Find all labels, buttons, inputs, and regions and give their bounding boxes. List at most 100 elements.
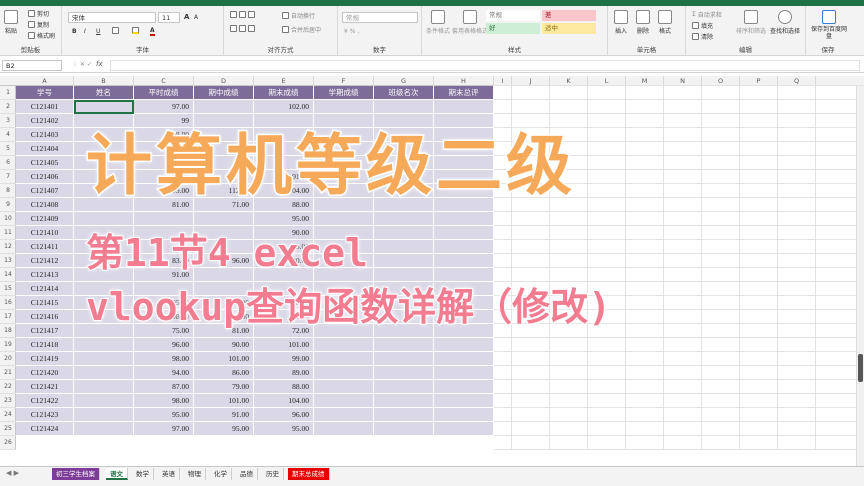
table-cell[interactable]: C121408 [16, 198, 74, 212]
table-cell[interactable]: 101.00 [254, 338, 314, 352]
grow-font-button[interactable]: A [184, 13, 189, 21]
row-header[interactable]: 5 [0, 142, 16, 156]
sheet-tab[interactable]: 历史 [262, 468, 284, 480]
sheet-tab[interactable]: 数学 [132, 468, 154, 480]
table-cell[interactable]: 101.00 [194, 394, 254, 408]
format-painter-button[interactable]: 格式刷 [28, 31, 55, 40]
bold-button[interactable]: B [72, 28, 77, 35]
table-cell[interactable]: 95.00 [134, 408, 194, 422]
save-cloud-button[interactable]: 保存到百度网盘 [810, 10, 848, 40]
table-cell[interactable]: 学期成绩 [314, 86, 374, 100]
column-header-g[interactable]: G [374, 76, 434, 86]
table-cell[interactable] [314, 352, 374, 366]
table-cell[interactable] [374, 254, 434, 268]
table-cell[interactable]: C121414 [16, 282, 74, 296]
table-cell[interactable]: C121402 [16, 114, 74, 128]
table-cell[interactable] [74, 366, 134, 380]
insert-function-button[interactable]: fx [96, 60, 103, 68]
table-cell[interactable]: 期末总评 [434, 86, 494, 100]
table-cell[interactable] [314, 394, 374, 408]
row-header[interactable]: 13 [0, 254, 16, 268]
table-cell[interactable] [74, 338, 134, 352]
shrink-font-button[interactable]: A [194, 14, 198, 21]
row-header[interactable]: 18 [0, 324, 16, 338]
table-cell[interactable]: 104.00 [254, 394, 314, 408]
table-cell[interactable]: 95.00 [254, 422, 314, 436]
table-cell[interactable] [74, 380, 134, 394]
row-header[interactable]: 2 [0, 100, 16, 114]
table-cell[interactable]: 95.00 [194, 422, 254, 436]
table-cell[interactable]: 98.00 [134, 352, 194, 366]
table-cell[interactable] [374, 212, 434, 226]
underline-button[interactable]: U [96, 28, 100, 35]
table-cell[interactable]: 学号 [16, 86, 74, 100]
table-cell[interactable] [434, 338, 494, 352]
table-cell[interactable]: 79.00 [194, 380, 254, 394]
table-cell[interactable]: 姓名 [74, 86, 134, 100]
format-button[interactable]: 格式 [658, 10, 672, 35]
style-bad[interactable]: 差 [542, 10, 596, 21]
table-cell[interactable] [314, 338, 374, 352]
vertical-scrollbar[interactable] [856, 86, 864, 466]
row-header[interactable]: 15 [0, 282, 16, 296]
table-cell[interactable] [74, 422, 134, 436]
row-header[interactable]: 1 [0, 86, 16, 100]
table-cell[interactable]: C121424 [16, 422, 74, 436]
row-header[interactable]: 23 [0, 394, 16, 408]
table-cell[interactable]: C121420 [16, 366, 74, 380]
table-cell[interactable]: 班级名次 [374, 86, 434, 100]
table-cell[interactable] [374, 240, 434, 254]
autosum-button[interactable]: Σ 自动求和 [692, 10, 722, 19]
merge-center-button[interactable]: 合并后居中 [282, 25, 321, 34]
table-cell[interactable]: 期中成绩 [194, 86, 254, 100]
table-cell[interactable]: C121411 [16, 240, 74, 254]
table-cell[interactable]: 98.00 [134, 394, 194, 408]
row-header[interactable]: 3 [0, 114, 16, 128]
row-header[interactable]: 11 [0, 226, 16, 240]
border-button[interactable] [112, 27, 119, 34]
table-cell[interactable] [314, 366, 374, 380]
table-cell[interactable]: 99.00 [254, 352, 314, 366]
table-cell[interactable] [434, 408, 494, 422]
insert-button[interactable]: 插入 [614, 10, 628, 35]
row-header[interactable]: 22 [0, 380, 16, 394]
table-cell[interactable]: C121412 [16, 254, 74, 268]
row-header[interactable]: 17 [0, 310, 16, 324]
copy-button[interactable]: 复制 [28, 20, 49, 29]
row-header[interactable]: 10 [0, 212, 16, 226]
table-cell[interactable] [374, 394, 434, 408]
font-size-combo[interactable]: 11 [158, 12, 180, 23]
table-cell[interactable] [374, 422, 434, 436]
table-cell[interactable] [374, 352, 434, 366]
column-header-c[interactable]: C [134, 76, 194, 86]
style-neutral[interactable]: 适中 [542, 23, 596, 34]
font-color-button[interactable]: A [150, 27, 155, 36]
sheet-tab[interactable]: 初三学生档案 [52, 468, 100, 480]
paste-button[interactable]: 粘贴 [4, 10, 18, 35]
column-header-f[interactable]: F [314, 76, 374, 86]
sort-filter-button[interactable]: 排序和筛选 [736, 10, 766, 35]
sheet-tab[interactable]: 期末总成绩 [288, 468, 330, 480]
table-cell[interactable] [374, 408, 434, 422]
row-header[interactable]: 9 [0, 198, 16, 212]
style-good[interactable]: 好 [486, 23, 540, 34]
table-cell[interactable]: C121418 [16, 338, 74, 352]
italic-button[interactable]: I [84, 28, 86, 35]
row-header[interactable]: 12 [0, 240, 16, 254]
tab-nav-arrows[interactable]: ◀ ▶ [6, 469, 19, 477]
table-cell[interactable] [74, 408, 134, 422]
column-header-a[interactable]: A [16, 76, 74, 86]
style-normal[interactable]: 常规 [486, 10, 540, 21]
table-cell[interactable] [434, 380, 494, 394]
column-header-b[interactable]: B [74, 76, 134, 86]
name-box[interactable]: B2 [2, 60, 62, 71]
find-select-button[interactable]: 查找和选择 [770, 10, 800, 35]
table-cell[interactable] [314, 408, 374, 422]
table-cell[interactable]: C121409 [16, 212, 74, 226]
column-header-e[interactable]: E [254, 76, 314, 86]
font-name-combo[interactable]: 宋体 [68, 12, 156, 23]
table-cell[interactable]: 90.00 [194, 338, 254, 352]
row-header[interactable]: 6 [0, 156, 16, 170]
table-cell[interactable]: C121407 [16, 184, 74, 198]
table-cell[interactable]: 平时成绩 [134, 86, 194, 100]
